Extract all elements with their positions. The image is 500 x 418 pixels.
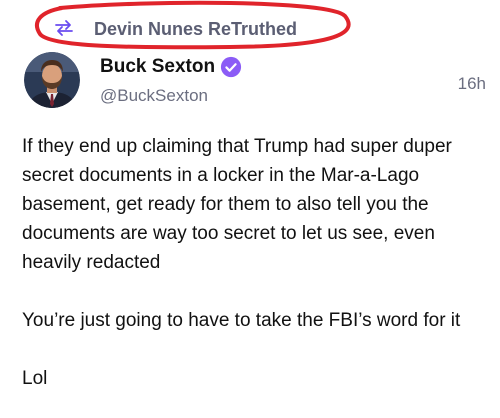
retruth-icon <box>55 20 73 36</box>
post-paragraph: You’re just going to have to take the FB… <box>22 310 461 331</box>
verified-badge-icon <box>220 56 242 78</box>
retruth-label[interactable]: Devin Nunes ReTruthed <box>94 19 297 40</box>
post-text: If they end up claiming that Trump had s… <box>22 132 484 418</box>
retruth-header: Devin Nunes ReTruthed <box>52 13 492 43</box>
post-paragraph: If they end up claiming that Trump had s… <box>22 136 452 273</box>
author-name[interactable]: Buck Sexton <box>100 56 215 78</box>
post-paragraph: Lol <box>22 368 48 389</box>
post-timestamp[interactable]: 16h <box>440 74 486 94</box>
author-handle[interactable]: @BuckSexton <box>100 86 208 106</box>
avatar[interactable] <box>24 52 80 108</box>
avatar-image <box>24 52 80 108</box>
